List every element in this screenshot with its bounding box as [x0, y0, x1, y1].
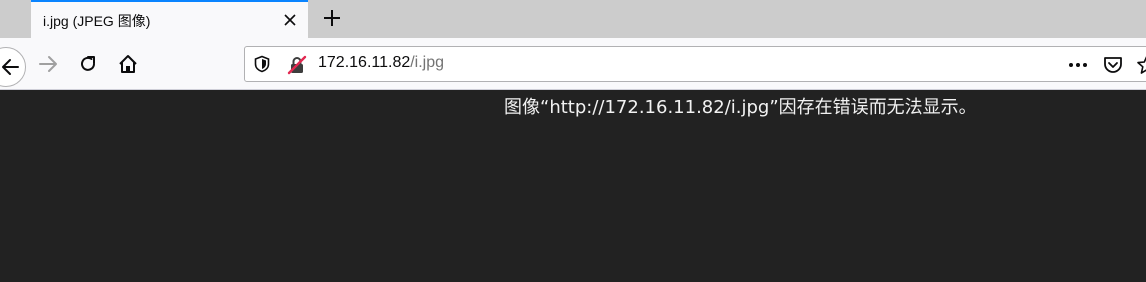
tracking-protection-shield-icon[interactable]	[253, 55, 271, 73]
url-text[interactable]: 172.16.11.82/i.jpg	[318, 54, 444, 72]
back-button[interactable]	[0, 47, 26, 87]
tab-active[interactable]: i.jpg (JPEG 图像)	[31, 0, 308, 38]
tab-strip: i.jpg (JPEG 图像)	[0, 0, 1146, 38]
bookmark-star-icon[interactable]	[1136, 54, 1146, 76]
insecure-connection-lock-icon[interactable]	[287, 55, 307, 75]
url-path: /i.jpg	[410, 54, 445, 71]
home-icon	[119, 55, 137, 73]
tab-close-icon[interactable]	[280, 10, 300, 30]
image-viewer-content: 图像“http://172.16.11.82/i.jpg”因存在错误而无法显示。	[0, 90, 1146, 282]
home-button[interactable]	[116, 52, 140, 76]
navigation-toolbar: 172.16.11.82/i.jpg	[0, 38, 1146, 90]
tab-title: i.jpg (JPEG 图像)	[43, 13, 151, 29]
forward-button[interactable]	[36, 52, 60, 76]
reload-icon	[81, 56, 95, 71]
reload-button[interactable]	[76, 52, 100, 76]
url-host: 172.16.11.82	[318, 54, 411, 71]
forward-arrow-icon	[39, 56, 57, 72]
url-bar[interactable]: 172.16.11.82/i.jpg	[244, 46, 1146, 82]
new-tab-plus-icon[interactable]	[320, 6, 344, 30]
back-arrow-icon	[2, 59, 19, 75]
image-error-message: 图像“http://172.16.11.82/i.jpg”因存在错误而无法显示。	[504, 97, 977, 118]
pocket-icon[interactable]	[1102, 54, 1124, 76]
page-actions-more-icon[interactable]	[1067, 55, 1089, 75]
